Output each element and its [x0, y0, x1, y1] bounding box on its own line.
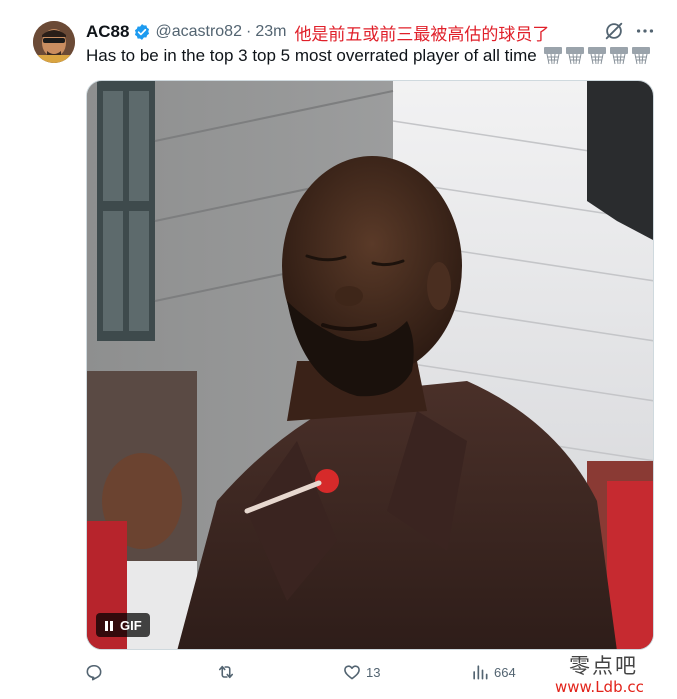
- avatar-image: [33, 21, 75, 63]
- more-options-icon[interactable]: [634, 20, 656, 42]
- watermark-title: 零点吧: [569, 654, 638, 678]
- like-button[interactable]: 13: [342, 662, 380, 682]
- watermark: 零点吧 www.Ldb.cc: [555, 648, 675, 698]
- reply-button[interactable]: [84, 662, 108, 682]
- watermark-url: www.Ldb.cc: [555, 678, 644, 696]
- emoji-group: [543, 46, 651, 66]
- basketball-hoop-icon: [543, 46, 563, 66]
- repost-icon: [218, 665, 234, 679]
- repost-button[interactable]: [216, 662, 240, 682]
- tweet-header: AC88 @acastro82 · 23m 他是前五或前三最被高估的球员了: [86, 20, 549, 44]
- basketball-hoop-icon: [631, 46, 651, 66]
- like-count: 13: [366, 664, 381, 680]
- gif-media[interactable]: [86, 80, 654, 650]
- tweet-text: Has to be in the top 3 top 5 most overra…: [86, 44, 651, 68]
- views-button[interactable]: 664: [470, 662, 516, 682]
- overlay-caption: 他是前五或前三最被高估的球员了: [294, 24, 550, 44]
- grok-icon[interactable]: [603, 20, 625, 42]
- views-count: 664: [494, 664, 516, 680]
- gif-badge[interactable]: GIF: [96, 613, 150, 637]
- verified-badge-icon: [133, 23, 151, 41]
- basketball-hoop-icon: [587, 46, 607, 66]
- avatar[interactable]: [33, 21, 75, 63]
- separator-dot: ·: [245, 23, 252, 40]
- author-handle[interactable]: @acastro82: [155, 23, 242, 41]
- tweet-card: AC88 @acastro82 · 23m 他是前五或前三最被高估的球员了 Ha…: [0, 0, 677, 699]
- timestamp[interactable]: 23m: [255, 23, 286, 41]
- tweet-body: Has to be in the top 3 top 5 most overra…: [86, 46, 537, 65]
- basketball-hoop-icon: [565, 46, 585, 66]
- views-chart-icon: [473, 665, 488, 680]
- gif-frame-image: [87, 81, 653, 649]
- reply-icon: [86, 664, 102, 681]
- heart-icon: [344, 665, 360, 680]
- author-name[interactable]: AC88: [86, 22, 129, 42]
- pause-icon[interactable]: [104, 619, 114, 631]
- basketball-hoop-icon: [609, 46, 629, 66]
- gif-label: GIF: [120, 617, 142, 633]
